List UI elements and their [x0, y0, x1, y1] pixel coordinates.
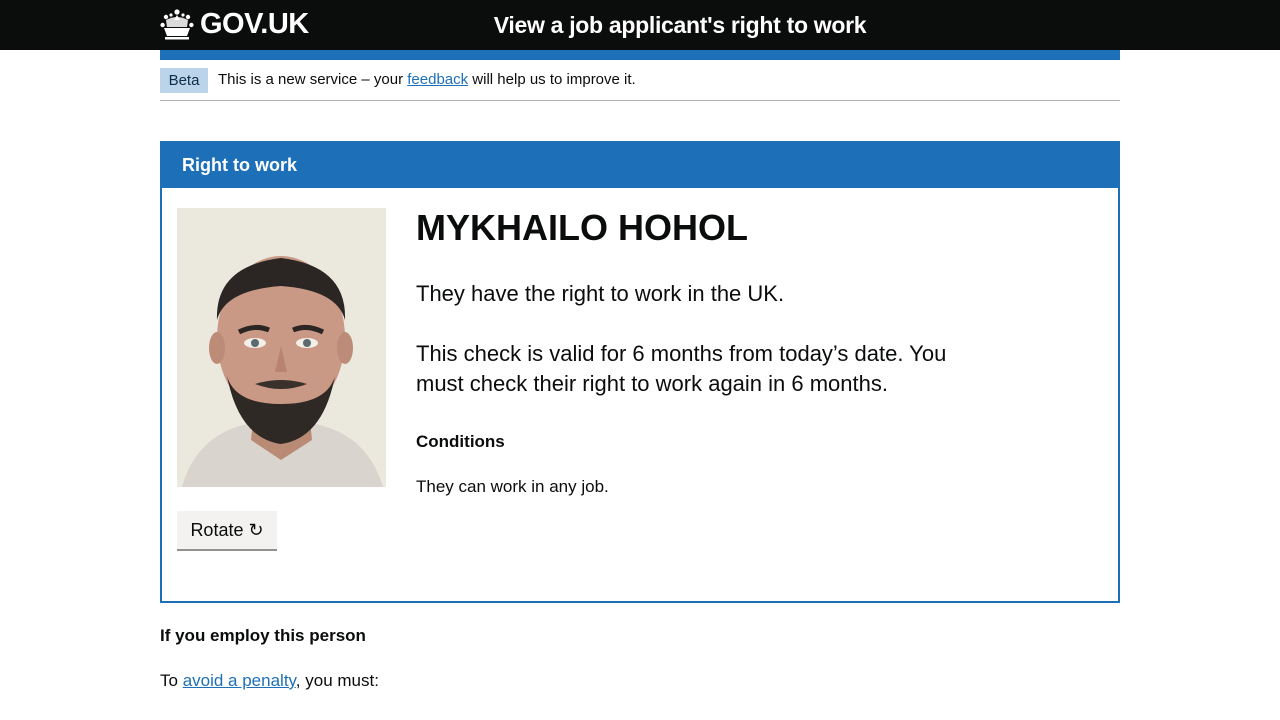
phase-text-before: This is a new service – your	[218, 71, 408, 88]
header-blue-strip	[160, 50, 1120, 60]
right-to-work-status: They have the right to work in the UK.	[416, 281, 785, 306]
logo-text: GOV.UK	[200, 7, 309, 40]
applicant-photo	[177, 208, 386, 487]
check-validity-text: This check is valid for 6 months from to…	[416, 341, 947, 396]
card-header: Right to work	[162, 143, 1118, 188]
card-title: Right to work	[182, 155, 297, 175]
avoid-penalty-link[interactable]: avoid a penalty	[183, 671, 296, 690]
crown-icon	[160, 8, 194, 40]
employ-heading: If you employ this person	[160, 626, 366, 645]
phase-text-after: will help us to improve it.	[468, 71, 636, 88]
feedback-link[interactable]: feedback	[407, 71, 468, 88]
applicant-name: MYKHAILO HOHOL	[416, 207, 748, 248]
site-header: GOV.UK View a job applicant's right to w…	[0, 0, 1280, 50]
phase-banner-text: This is a new service – your feedback wi…	[218, 70, 636, 90]
right-to-work-card: Right to work Rotate ↻ MYKHAILO HOHOL Th…	[160, 141, 1120, 603]
employ-text: To avoid a penalty, you must:	[160, 668, 379, 693]
employ-text-before: To	[160, 671, 183, 690]
beta-tag: Beta	[160, 68, 208, 93]
conditions-text: They can work in any job.	[416, 477, 609, 496]
employ-text-after: , you must:	[295, 671, 379, 690]
service-name[interactable]: View a job applicant's right to work	[440, 0, 920, 50]
govuk-logo-link[interactable]: GOV.UK	[160, 6, 309, 42]
rotate-photo-button[interactable]: Rotate ↻	[177, 511, 277, 549]
phase-banner: Beta This is a new service – your feedba…	[160, 60, 1120, 101]
conditions-heading: Conditions	[416, 432, 505, 451]
